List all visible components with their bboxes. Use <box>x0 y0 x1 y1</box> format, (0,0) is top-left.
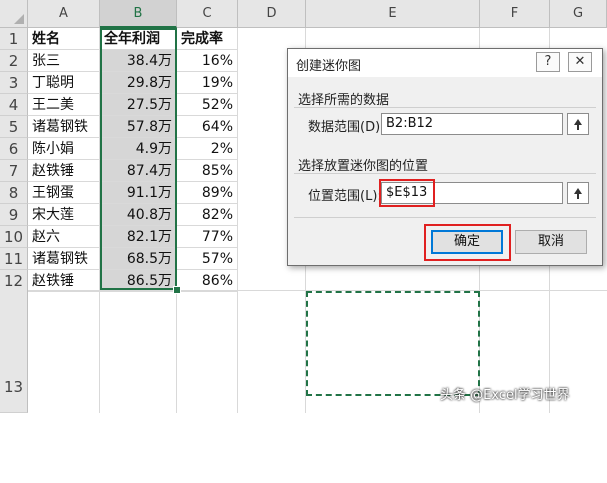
group-divider <box>294 107 596 108</box>
cell-name[interactable]: 姓名 <box>28 28 100 50</box>
cell-rate[interactable]: 64% <box>177 116 238 138</box>
cell-name[interactable]: 王二美 <box>28 94 100 116</box>
fill-handle[interactable] <box>173 286 181 294</box>
column-header-f[interactable]: F <box>480 0 550 28</box>
group-divider <box>294 217 596 218</box>
row-header[interactable]: 12 <box>0 270 28 292</box>
location-group-label: 选择放置迷你图的位置 <box>298 159 429 174</box>
grid-line <box>176 290 177 413</box>
cell-rate[interactable]: 19% <box>177 72 238 94</box>
cell-rate[interactable]: 完成率 <box>177 28 238 50</box>
cell-name[interactable]: 诸葛钢铁 <box>28 116 100 138</box>
row-header[interactable]: 3 <box>0 72 28 94</box>
create-sparklines-dialog: 创建迷你图 ? ✕ 选择所需的数据 数据范围(D): B2:B12 选择放置迷你… <box>287 48 603 266</box>
grid-line <box>99 290 100 413</box>
column-header-d[interactable]: D <box>238 0 306 28</box>
close-button[interactable]: ✕ <box>568 52 592 72</box>
column-header-a[interactable]: A <box>28 0 100 28</box>
location-highlight-box <box>379 179 435 207</box>
row-header[interactable]: 1 <box>0 28 28 50</box>
cell-name[interactable]: 宋大莲 <box>28 204 100 226</box>
cell-rate[interactable]: 86% <box>177 270 238 292</box>
row-header[interactable]: 5 <box>0 116 28 138</box>
cell-name[interactable]: 赵六 <box>28 226 100 248</box>
column-header-c[interactable]: C <box>177 0 238 28</box>
group-divider <box>294 173 596 174</box>
cell-rate[interactable]: 85% <box>177 160 238 182</box>
row-header[interactable]: 8 <box>0 182 28 204</box>
cell-rate[interactable]: 77% <box>177 226 238 248</box>
cell-rate[interactable]: 2% <box>177 138 238 160</box>
cell-name[interactable]: 张三 <box>28 50 100 72</box>
location-range-collapse-icon[interactable] <box>567 182 589 204</box>
help-button[interactable]: ? <box>536 52 560 72</box>
cell-name[interactable]: 赵铁锤 <box>28 270 100 292</box>
cell-name[interactable]: 丁聪明 <box>28 72 100 94</box>
row-header[interactable]: 4 <box>0 94 28 116</box>
row-header[interactable]: 10 <box>0 226 28 248</box>
data-group-label: 选择所需的数据 <box>298 93 390 108</box>
data-range-input[interactable]: B2:B12 <box>381 113 563 135</box>
cell-rate[interactable]: 89% <box>177 182 238 204</box>
cell-rate[interactable]: 16% <box>177 50 238 72</box>
row-header[interactable]: 7 <box>0 160 28 182</box>
row-header[interactable]: 11 <box>0 248 28 270</box>
data-range-label: 数据范围(D): <box>308 120 385 135</box>
cell-rate[interactable]: 82% <box>177 204 238 226</box>
select-all-corner[interactable] <box>0 0 28 28</box>
column-header-g[interactable]: G <box>550 0 607 28</box>
cell-name[interactable]: 诸葛钢铁 <box>28 248 100 270</box>
data-range-collapse-icon[interactable] <box>567 113 589 135</box>
row-header-13[interactable]: 13 <box>0 291 28 413</box>
cell-rate[interactable]: 52% <box>177 94 238 116</box>
cancel-button[interactable]: 取消 <box>515 230 587 254</box>
watermark: 头条 @Excel学习世界 <box>440 388 570 403</box>
location-marquee <box>306 291 480 396</box>
cell-rate[interactable]: 57% <box>177 248 238 270</box>
cell-name[interactable]: 陈小娟 <box>28 138 100 160</box>
selection-border <box>100 28 177 290</box>
row-header[interactable]: 2 <box>0 50 28 72</box>
column-header-e[interactable]: E <box>306 0 480 28</box>
row-header[interactable]: 9 <box>0 204 28 226</box>
column-header-b[interactable]: B <box>100 0 177 28</box>
dialog-title: 创建迷你图 <box>296 59 362 74</box>
row-header[interactable]: 6 <box>0 138 28 160</box>
cell-name[interactable]: 王钢蛋 <box>28 182 100 204</box>
cell-name[interactable]: 赵铁锤 <box>28 160 100 182</box>
location-range-label: 位置范围(L): <box>308 189 382 204</box>
dialog-titlebar[interactable]: 创建迷你图 ? ✕ <box>288 49 602 77</box>
ok-highlight-box <box>424 224 511 261</box>
